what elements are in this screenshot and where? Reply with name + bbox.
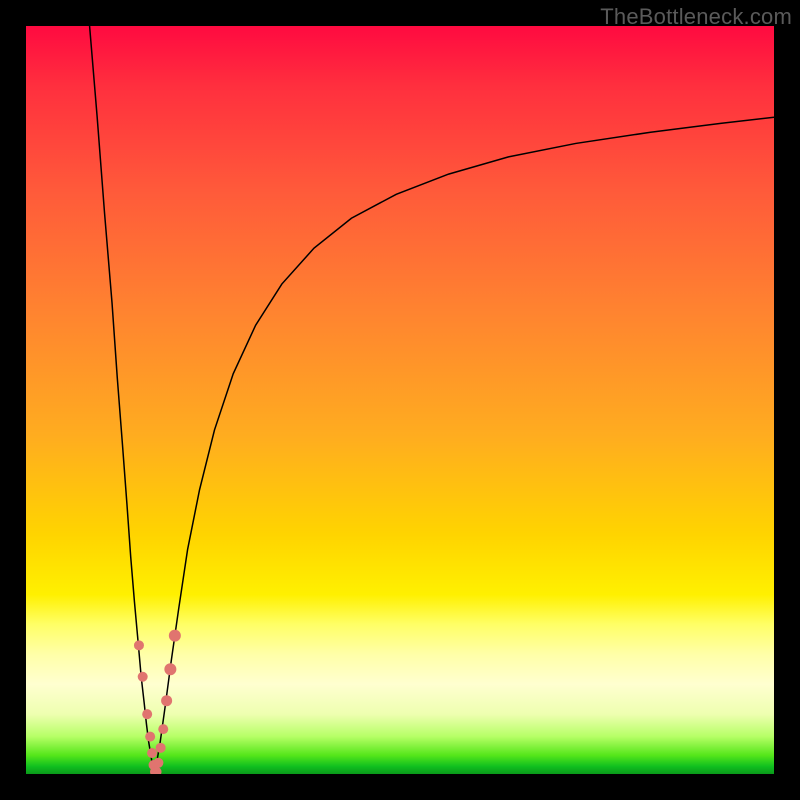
plot-area <box>26 26 774 774</box>
marker-dot <box>156 743 166 753</box>
marker-dot <box>158 724 168 734</box>
marker-group <box>134 630 181 774</box>
marker-dot <box>134 640 144 650</box>
marker-dot <box>142 709 152 719</box>
chart-frame: TheBottleneck.com <box>0 0 800 800</box>
marker-dot <box>164 663 176 675</box>
curve-left-branch <box>90 26 155 774</box>
watermark-text: TheBottleneck.com <box>600 4 792 30</box>
curve-right-branch <box>155 117 774 774</box>
marker-dot <box>153 758 163 768</box>
marker-dot <box>147 748 157 758</box>
curve-layer <box>26 26 774 774</box>
marker-dot <box>169 630 181 642</box>
marker-dot <box>138 672 148 682</box>
marker-dot <box>161 695 172 706</box>
marker-dot <box>145 732 155 742</box>
